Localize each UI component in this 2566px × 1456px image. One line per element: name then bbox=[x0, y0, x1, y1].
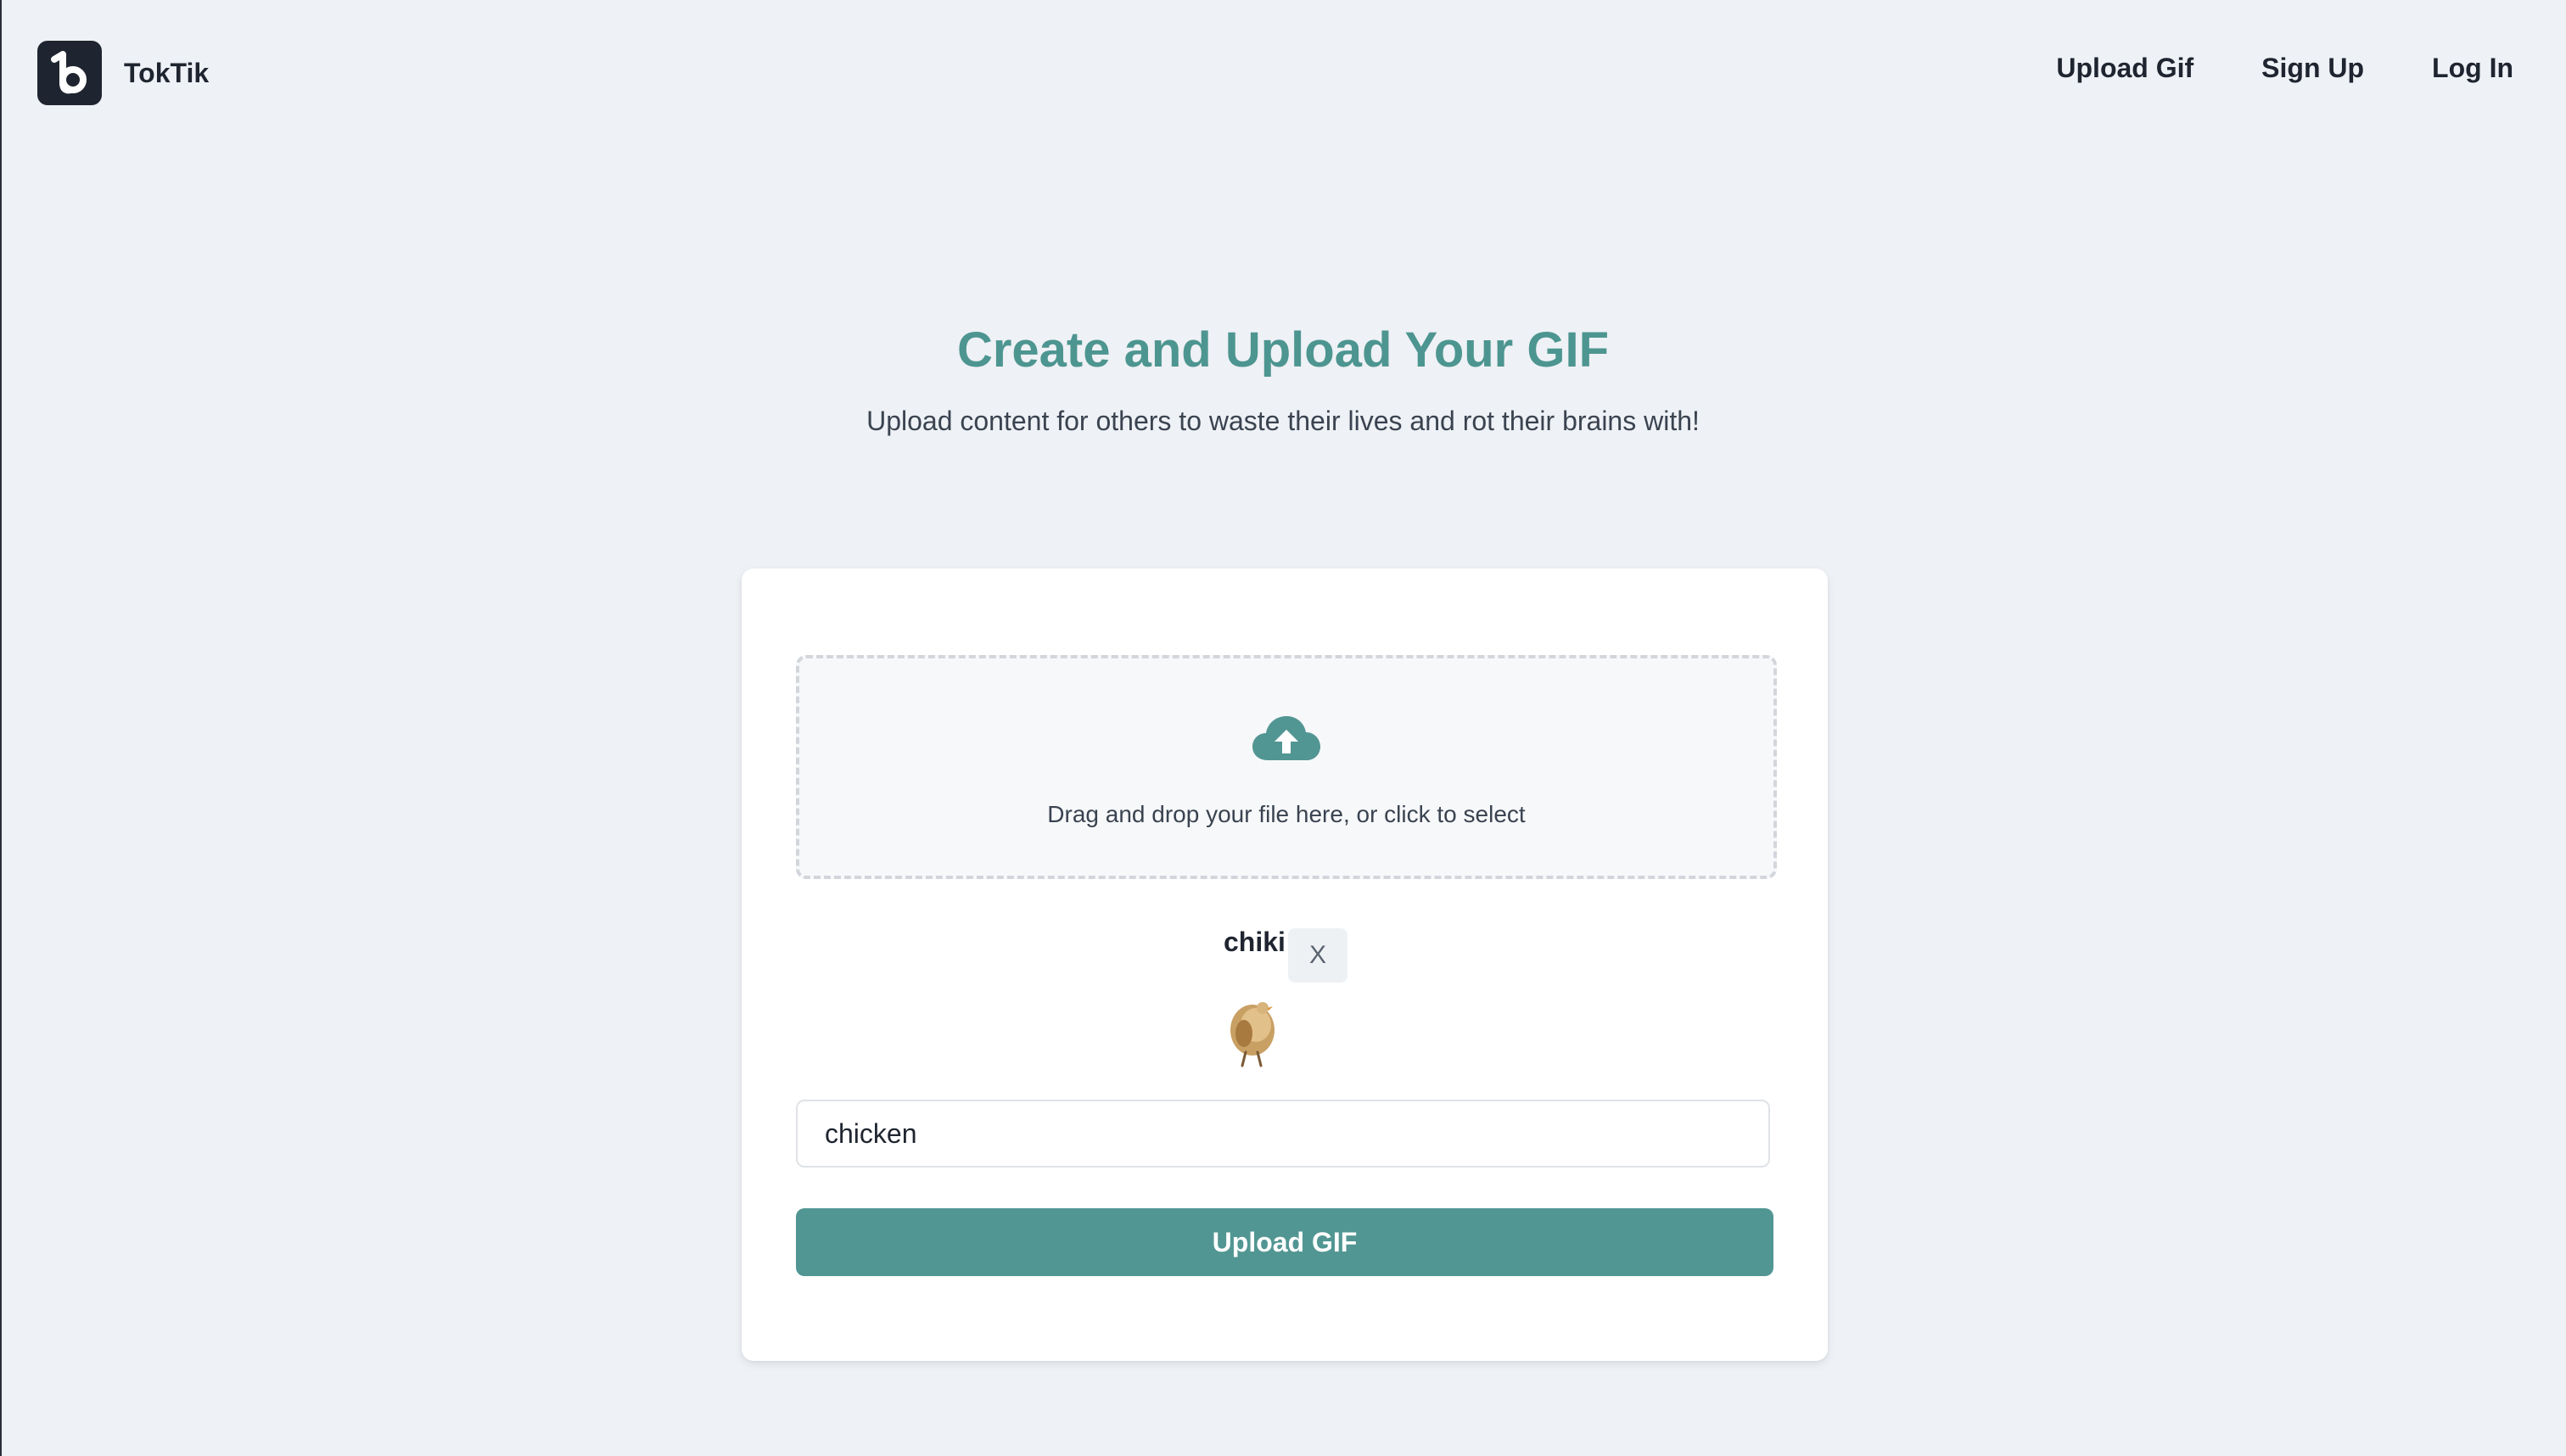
dropzone-text: Drag and drop your file here, or click t… bbox=[1047, 801, 1526, 827]
brand-link[interactable]: TokTik bbox=[37, 41, 209, 105]
nav-log-in[interactable]: Log In bbox=[2432, 53, 2513, 84]
upload-card: Drag and drop your file here, or click t… bbox=[742, 568, 1828, 1361]
chicken-gif-thumbnail bbox=[1224, 996, 1281, 1067]
brand-name: TokTik bbox=[124, 57, 210, 88]
toktik-logo-icon bbox=[37, 41, 102, 105]
page-title: Create and Upload Your GIF bbox=[956, 322, 1610, 378]
page: TokTik Upload Gif Sign Up Log In Create … bbox=[0, 0, 2566, 1456]
upload-gif-button[interactable]: Upload GIF bbox=[796, 1208, 1773, 1276]
file-name: chiki bbox=[1224, 927, 1286, 957]
nav-upload-gif[interactable]: Upload Gif bbox=[2056, 53, 2193, 84]
window-edge bbox=[0, 0, 2, 1456]
file-dropzone[interactable]: Drag and drop your file here, or click t… bbox=[796, 655, 1777, 879]
page-subtitle: Upload content for others to waste their… bbox=[866, 406, 1700, 436]
file-preview: chiki X bbox=[742, 918, 1828, 1071]
remove-file-button[interactable]: X bbox=[1288, 928, 1347, 983]
nav-links: Upload Gif Sign Up Log In bbox=[2056, 53, 2513, 84]
nav-sign-up[interactable]: Sign Up bbox=[2261, 53, 2364, 84]
hero: Create and Upload Your GIF Upload conten… bbox=[0, 316, 2566, 448]
gif-title-input[interactable] bbox=[796, 1100, 1770, 1168]
navbar: TokTik Upload Gif Sign Up Log In bbox=[0, 0, 2566, 149]
cloud-upload-icon bbox=[1251, 709, 1322, 764]
